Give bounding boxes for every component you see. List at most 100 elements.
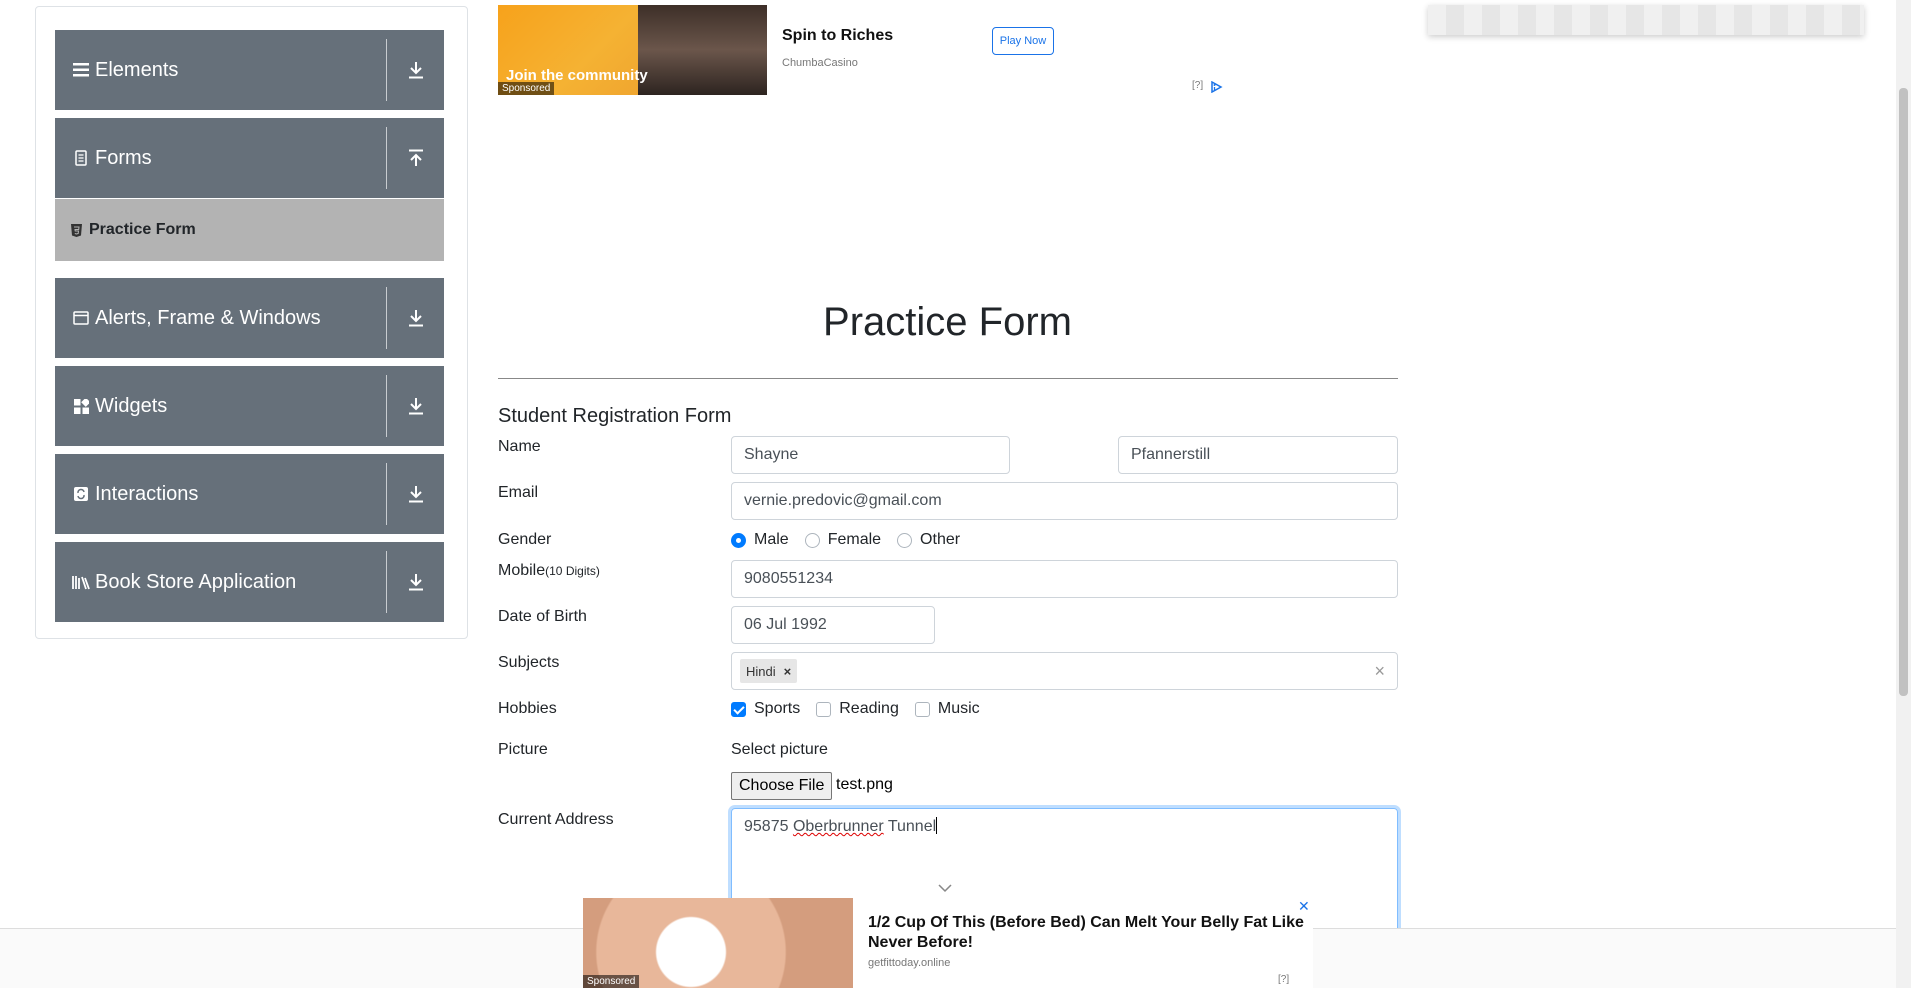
ad-play-now-button[interactable]: Play Now (992, 27, 1054, 55)
radio-label[interactable]: Female (828, 531, 881, 549)
ad-info-link[interactable]: [?] (1278, 974, 1289, 985)
email-label: Email (498, 484, 539, 501)
document-icon (72, 149, 90, 167)
sidebar-group-book-store[interactable]: Book Store Application (55, 542, 444, 622)
radio-other[interactable] (897, 532, 913, 548)
form-subtitle: Student Registration Form (498, 405, 732, 427)
ad-top-image[interactable]: Join the community Sponsored (498, 5, 767, 95)
radio-label[interactable]: Male (754, 531, 789, 549)
dob-input[interactable]: 06 Jul 1992 (731, 606, 935, 644)
subject-chip: Hindi × (740, 659, 798, 683)
widgets-icon (72, 397, 90, 415)
sponsored-label: Sponsored (583, 975, 640, 988)
last-name-input[interactable]: Pfannerstill (1118, 436, 1398, 474)
clear-subjects-icon[interactable]: × (1374, 661, 1385, 682)
sponsored-label: Sponsored (498, 82, 555, 95)
name-label: Name (498, 438, 541, 455)
text-cursor (936, 817, 938, 834)
address-number: 95875 (744, 818, 789, 835)
choose-file-button[interactable]: Choose File (731, 772, 833, 800)
ad-top-source[interactable]: ChumbaCasino (782, 57, 858, 69)
download-icon[interactable] (405, 59, 427, 81)
mobile-label: Mobile(10 Digits) (498, 562, 600, 580)
sidebar-group-label: Forms (95, 146, 152, 169)
gender-option-male[interactable]: Male (731, 531, 789, 549)
hobbies-label: Hobbies (498, 700, 557, 717)
chevron-down-icon (938, 880, 952, 893)
sidebar-group-label: Widgets (95, 394, 168, 417)
upload-icon[interactable] (405, 147, 427, 169)
address-label: Current Address (498, 811, 614, 828)
adchoices-icon[interactable] (1210, 80, 1224, 94)
gender-option-other[interactable]: Other (897, 531, 960, 549)
divider (498, 378, 1398, 379)
gender-option-female[interactable]: Female (804, 531, 881, 549)
select-picture-label: Select picture (731, 741, 828, 758)
hobby-option-sports[interactable]: Sports (731, 700, 800, 718)
sidebar-group-forms[interactable]: Forms (55, 118, 444, 198)
hobby-option-music[interactable]: Music (914, 700, 980, 718)
subjects-label: Subjects (498, 654, 560, 671)
radio-male[interactable] (731, 532, 746, 548)
download-icon[interactable] (405, 307, 427, 329)
first-name-input[interactable]: Shayne (731, 436, 1010, 474)
ad-photo (638, 5, 767, 95)
hobby-option-reading[interactable]: Reading (816, 700, 899, 718)
download-icon[interactable] (405, 571, 427, 593)
ad-right-banner[interactable] (1428, 5, 1864, 35)
divider (386, 463, 387, 525)
checkbox-reading[interactable] (816, 701, 832, 717)
sidebar-group-elements[interactable]: Elements (55, 30, 444, 110)
ad-bottom[interactable]: Sponsored 1/2 Cup Of This (Before Bed) C… (583, 898, 1313, 988)
sidebar-item-label: Practice Form (89, 221, 196, 238)
sidebar-group-interactions[interactable]: Interactions (55, 454, 444, 534)
sidebar-group-widgets[interactable]: Widgets (55, 366, 444, 446)
checkbox-sports[interactable] (731, 701, 746, 717)
address-rest: Tunnel (887, 818, 937, 835)
ad-bottom-source[interactable]: getfittoday.online (868, 957, 950, 969)
divider (386, 375, 387, 437)
divider (386, 127, 387, 189)
email-input[interactable]: vernie.predovic@gmail.com (731, 482, 1398, 520)
window-icon (72, 309, 90, 327)
hobbies-checkbox-group: Sports Reading Music (731, 700, 996, 718)
ad-info-link[interactable]: [?] (1192, 80, 1203, 91)
ad-bottom-image[interactable]: Sponsored (583, 898, 853, 988)
interactions-icon (72, 485, 90, 503)
download-icon[interactable] (405, 395, 427, 417)
bars-icon (72, 61, 90, 79)
scrollbar[interactable] (1896, 0, 1911, 988)
radio-female[interactable] (804, 532, 820, 548)
ad-top-title[interactable]: Spin to Riches (782, 27, 893, 45)
sidebar-group-label: Alerts, Frame & Windows (95, 306, 321, 329)
sidebar-group-alerts[interactable]: Alerts, Frame & Windows (55, 278, 444, 358)
remove-subject-icon[interactable]: × (784, 664, 792, 679)
checkbox-music[interactable] (914, 701, 930, 717)
checkbox-label[interactable]: Sports (754, 700, 800, 718)
subjects-input[interactable]: Hindi × × (731, 652, 1398, 690)
mobile-input[interactable]: 9080551234 (731, 560, 1398, 598)
mobile-label-text: Mobile (498, 562, 546, 579)
file-name: test.png (836, 776, 893, 793)
checkbox-label[interactable]: Music (938, 700, 980, 718)
download-icon[interactable] (405, 483, 427, 505)
sidebar-group-label: Elements (95, 58, 179, 81)
gender-label: Gender (498, 531, 552, 548)
subject-chip-label: Hindi (746, 663, 776, 679)
html5-icon (71, 223, 83, 237)
picture-label: Picture (498, 741, 548, 758)
close-icon[interactable]: ✕ (1298, 898, 1310, 915)
sidebar-group-label: Book Store Application (95, 570, 297, 593)
address-word-misspelled: Oberbrunner (792, 818, 884, 835)
ad-bottom-title[interactable]: 1/2 Cup Of This (Before Bed) Can Melt Yo… (868, 913, 1308, 953)
gender-radio-group: Male Female Other (731, 531, 976, 549)
radio-label[interactable]: Other (920, 531, 960, 549)
scrollbar-thumb[interactable] (1899, 88, 1908, 696)
sidebar-group-label: Interactions (95, 482, 199, 505)
dob-label: Date of Birth (498, 608, 587, 625)
divider (386, 39, 387, 101)
divider (386, 551, 387, 613)
sidebar-item-practice-form[interactable]: Practice Form (55, 199, 444, 261)
checkbox-label[interactable]: Reading (839, 700, 899, 718)
divider (386, 287, 387, 349)
